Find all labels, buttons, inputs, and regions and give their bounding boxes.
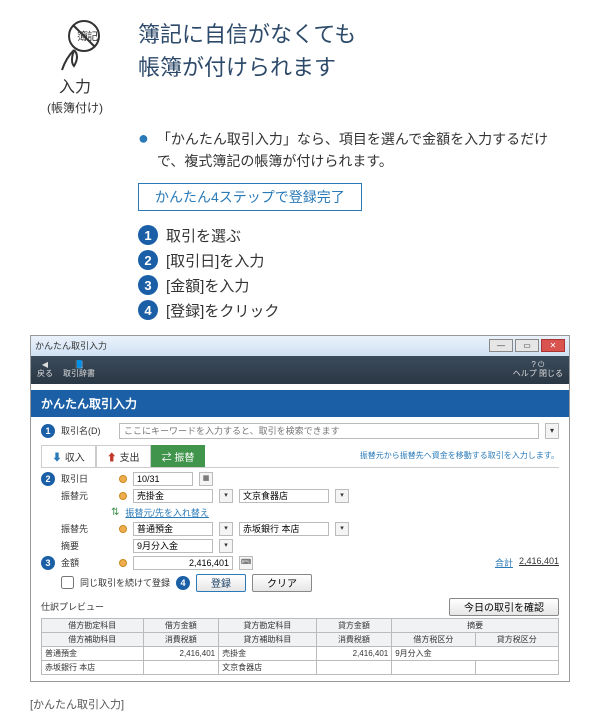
step-num-2: 2 — [138, 250, 158, 270]
table-row: 普通預金2,416,401 売掛金2,416,401 9月分入金 — [42, 646, 559, 660]
steps-pill: かんたん4ステップで登録完了 — [138, 183, 362, 211]
preview-title: 仕訳プレビュー — [41, 600, 104, 613]
confirm-today-button[interactable]: 今日の取引を確認 — [449, 598, 559, 616]
callout-4: 4 — [176, 576, 190, 590]
window-title: かんたん取引入力 — [35, 339, 107, 352]
clear-button[interactable]: クリア — [252, 574, 312, 592]
input-mode-icon: 簿 記 — [44, 18, 106, 74]
to-type-input[interactable] — [133, 522, 213, 536]
step-num-1: 1 — [138, 225, 158, 245]
tool-dictionary[interactable]: 📘取引辞書 — [63, 361, 95, 378]
total-label: 合計 — [495, 556, 513, 569]
from-type-input[interactable] — [133, 489, 213, 503]
swap-link[interactable]: 振替元/先を入れ替え — [125, 506, 209, 519]
amount-label: 金額 — [61, 556, 113, 569]
screenshot-caption: [かんたん取引入力] — [30, 696, 600, 712]
to-account-input[interactable] — [239, 522, 329, 536]
callout-3: 3 — [41, 556, 55, 570]
continue-label: 同じ取引を続けて登録 — [80, 576, 170, 589]
toolbar: ◀戻る 📘取引辞書 ? ⏻ヘルプ 閉じる — [31, 356, 569, 384]
tool-back[interactable]: ◀戻る — [37, 361, 53, 378]
preview-table: 借方勘定科目借方金額 貸方勘定科目貸方金額 摘要 借方補助科目消費税額 貸方補助… — [41, 618, 559, 675]
page-header: かんたん取引入力 — [31, 390, 569, 417]
from-account-input[interactable] — [239, 489, 329, 503]
to-account-sel[interactable]: ▾ — [335, 522, 349, 536]
step-num-4: 4 — [138, 300, 158, 320]
calc-icon[interactable]: ⌨ — [239, 556, 253, 570]
bullet-text: 「かんたん取引入力」なら、項目を選んで金額を入力するだけで、複式簿記の帳簿が付け… — [157, 128, 570, 173]
to-label: 振替先 — [61, 522, 113, 535]
callout-2: 2 — [41, 472, 55, 486]
swap-icon[interactable]: ⇅ — [111, 507, 119, 518]
register-button[interactable]: 登録 — [196, 574, 246, 592]
step-num-3: 3 — [138, 275, 158, 295]
tool-help-close[interactable]: ? ⏻ヘルプ 閉じる — [513, 361, 563, 378]
memo-label: 摘要 — [61, 539, 113, 552]
amount-input[interactable] — [133, 556, 233, 570]
win-close[interactable]: ✕ — [541, 339, 565, 352]
step-1: 取引を選ぶ — [166, 225, 241, 246]
from-label: 振替元 — [61, 489, 113, 502]
step-4: [登録]をクリック — [166, 300, 279, 321]
search-input[interactable] — [119, 423, 539, 439]
tab-expense[interactable]: ⬆ 支出 — [96, 445, 151, 467]
bullet-dot: ● — [138, 128, 149, 173]
headline: 簿記に自信がなくても帳簿が付けられます — [138, 18, 356, 84]
icon-caption: 入力 — [30, 78, 120, 99]
tab-transfer[interactable]: ⇄ 振替 — [151, 445, 206, 467]
callout-1: 1 — [41, 424, 55, 438]
from-account-sel[interactable]: ▾ — [335, 489, 349, 503]
icon-subcaption: (帳簿付け) — [30, 99, 120, 116]
date-label: 取引日 — [61, 472, 113, 485]
memo-input[interactable] — [133, 539, 213, 553]
titlebar: かんたん取引入力 — ▭ ✕ — [31, 336, 569, 356]
tab-hint: 振替元から振替先へ資金を移動する取引を入力します。 — [360, 450, 559, 461]
date-input[interactable] — [133, 472, 193, 486]
search-label: 取引名(D) — [61, 424, 113, 437]
app-window: かんたん取引入力 — ▭ ✕ ◀戻る 📘取引辞書 ? ⏻ヘルプ 閉じる かんたん… — [30, 335, 570, 682]
required-icon — [119, 475, 127, 483]
to-type-sel[interactable]: ▾ — [219, 522, 233, 536]
required-icon — [119, 559, 127, 567]
step-2: [取引日]を入力 — [166, 250, 264, 271]
from-type-sel[interactable]: ▾ — [219, 489, 233, 503]
table-row: 赤坂銀行 本店 文京食器店 — [42, 660, 559, 674]
tab-income[interactable]: ⬇ 収入 — [41, 445, 96, 467]
total-value: 2,416,401 — [519, 556, 559, 569]
win-max[interactable]: ▭ — [515, 339, 539, 352]
continue-checkbox[interactable] — [61, 576, 74, 589]
win-min[interactable]: — — [489, 339, 513, 352]
required-icon — [119, 525, 127, 533]
date-picker-icon[interactable]: ▦ — [199, 472, 213, 486]
required-icon — [119, 492, 127, 500]
search-dropdown[interactable]: ▾ — [545, 423, 559, 439]
step-3: [金額]を入力 — [166, 275, 249, 296]
memo-sel[interactable]: ▾ — [219, 539, 233, 553]
